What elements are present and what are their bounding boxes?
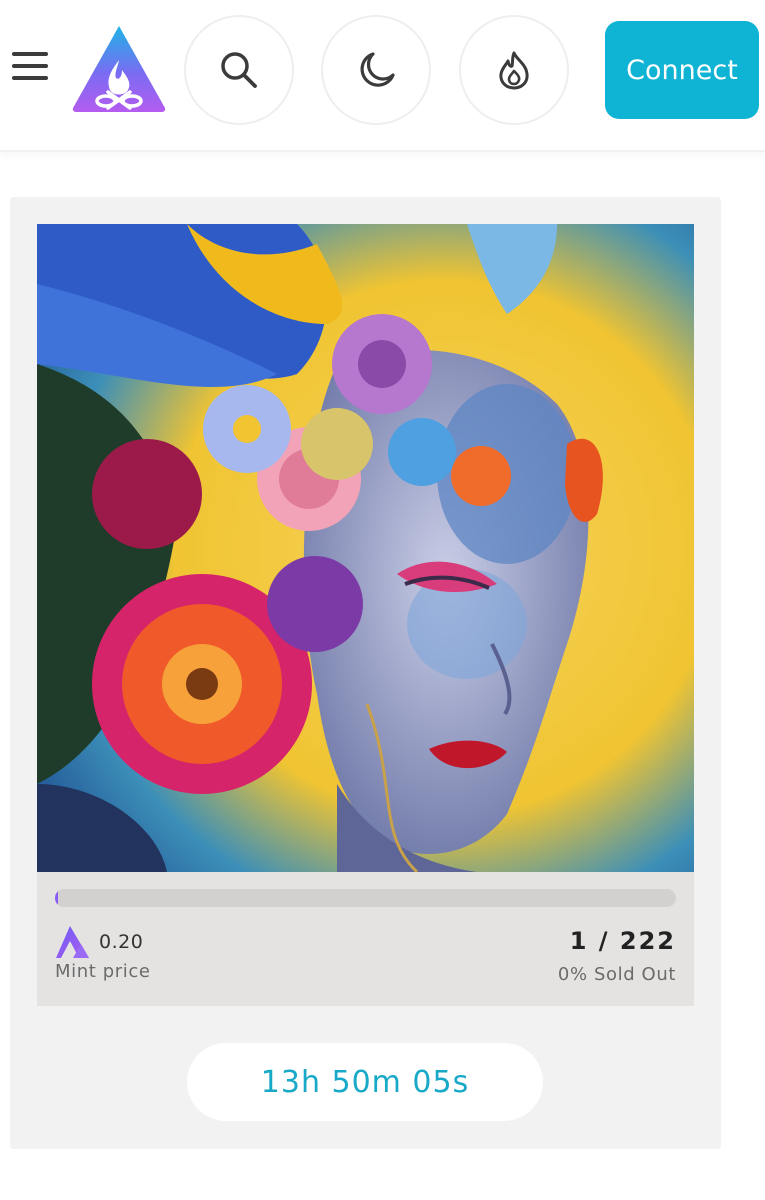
artwork-image[interactable] [37,224,694,872]
top-navbar: Connect [0,0,765,152]
hamburger-menu-icon[interactable] [12,52,50,86]
flame-icon [499,51,529,90]
sold-out-percentage: 0% Sold Out [557,964,676,985]
mint-price-value: 0.20 [99,931,144,953]
mint-price-label: Mint price [55,961,151,982]
theme-toggle-button[interactable] [321,15,431,125]
trending-button[interactable] [459,15,569,125]
search-button[interactable] [184,15,294,125]
mint-card: 0.20 Mint price 1 / 222 0% Sold Out 13h … [10,197,721,1149]
moon-icon [360,52,395,87]
minted-supply-count: 1 / 222 [569,927,676,955]
currency-icon [56,926,89,958]
mint-info-panel: 0.20 Mint price 1 / 222 0% Sold Out [37,872,694,1006]
connect-wallet-button[interactable]: Connect [605,21,759,119]
mint-progress-bar [55,889,676,907]
brand-logo[interactable] [70,22,168,114]
mint-progress-fill [55,889,58,907]
search-icon [221,52,257,88]
countdown-timer: 13h 50m 05s [187,1043,543,1121]
